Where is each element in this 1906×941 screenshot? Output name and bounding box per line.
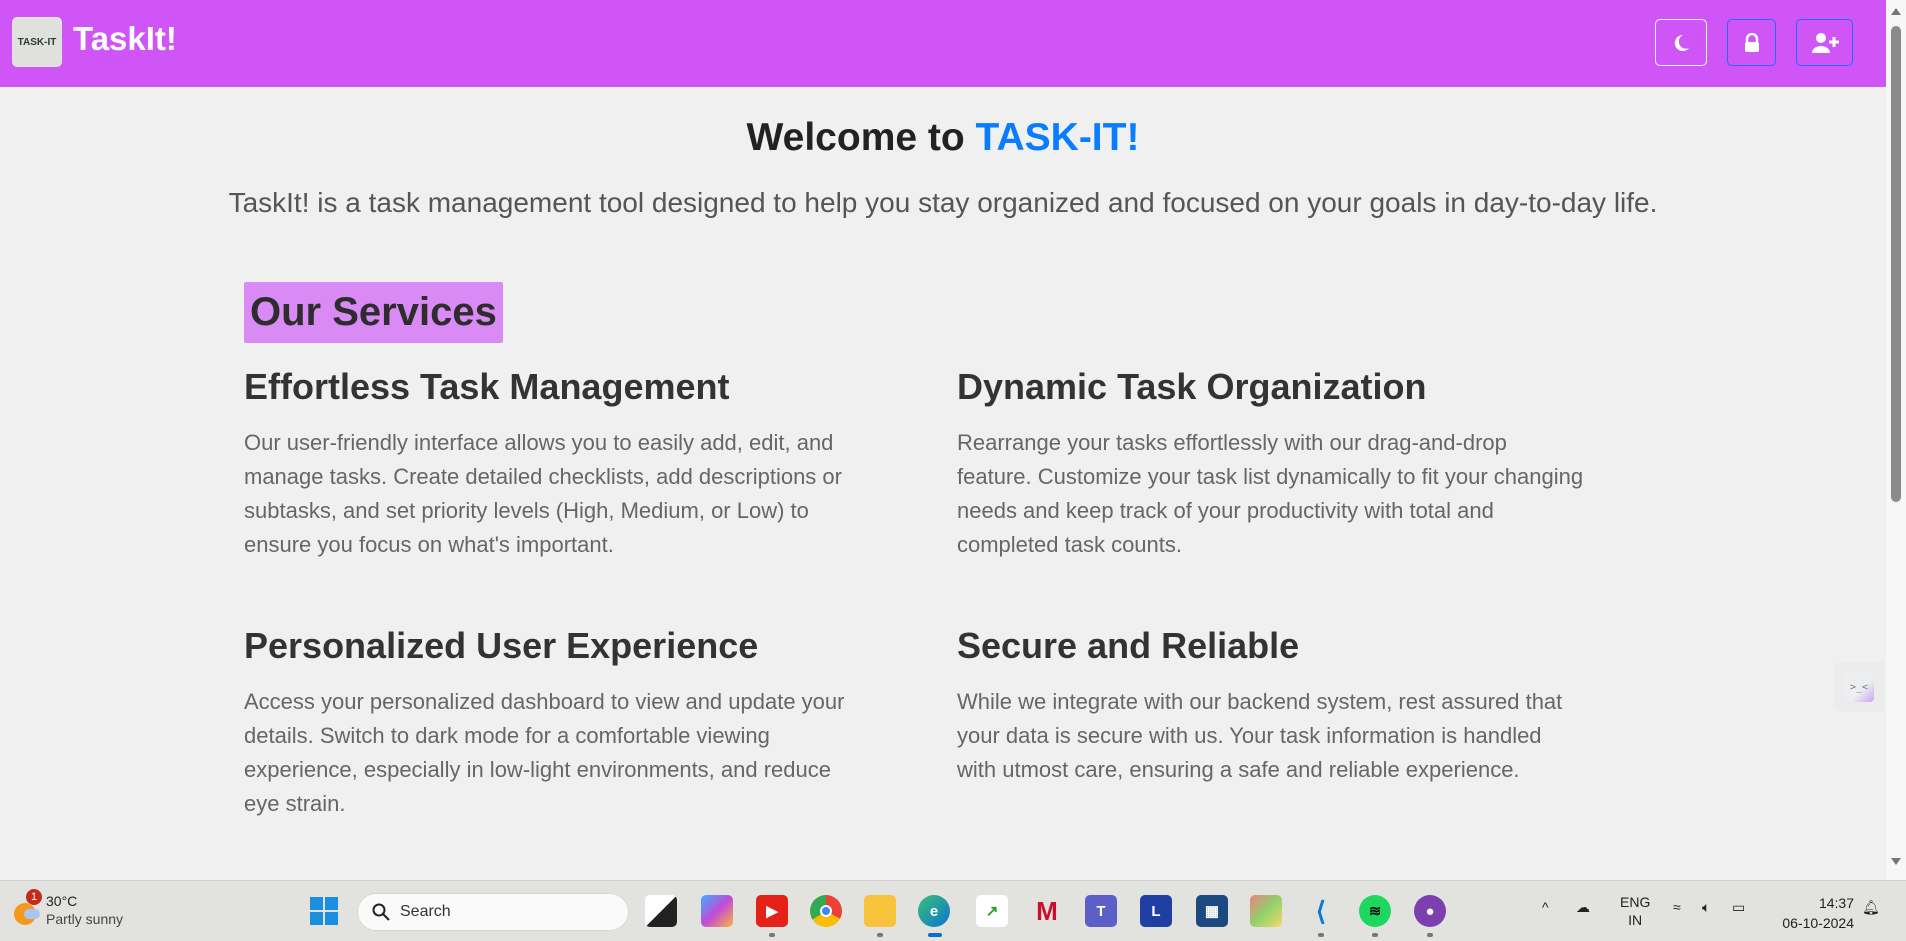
line: subtasks, and set priority levels (High,…: [244, 498, 809, 523]
chevron-up-icon[interactable]: ^: [1542, 899, 1549, 915]
lock-icon: [1744, 32, 1759, 52]
language-indicator[interactable]: ENG IN: [1620, 893, 1650, 929]
line: Our user-friendly interface allows you t…: [244, 430, 834, 455]
line: completed task counts.: [957, 532, 1183, 557]
service-card: Personalized User Experience Access your…: [244, 625, 924, 821]
git-app-icon[interactable]: [1250, 895, 1282, 927]
line: details. Switch to dark mode for a comfo…: [244, 723, 770, 748]
weather-desc: Partly sunny: [46, 911, 124, 927]
floating-widget-button[interactable]: >_<: [1834, 662, 1884, 712]
service-card: Effortless Task Management Our user-frie…: [244, 366, 924, 562]
service-card: Secure and Reliable While we integrate w…: [957, 625, 1637, 787]
spotify-icon[interactable]: ≋: [1359, 895, 1391, 927]
title-accent: TASK-IT!: [975, 116, 1140, 159]
welcome-heading: Welcome to TASK-IT!: [0, 116, 1886, 160]
volume-icon[interactable]: 🔈︎: [1702, 899, 1710, 916]
line: Rearrange your tasks effortlessly with o…: [957, 430, 1507, 455]
service-description: While we integrate with our backend syst…: [957, 685, 1637, 787]
weather-badge: 1: [26, 889, 42, 905]
brand-title[interactable]: TaskIt!: [73, 20, 177, 58]
line: with utmost care, ensuring a safe and re…: [957, 757, 1520, 782]
lang-top: ENG: [1620, 894, 1651, 910]
login-button[interactable]: [1727, 19, 1776, 66]
navbar: TASK-IT TaskIt!: [0, 0, 1886, 87]
windows-icon: [310, 897, 338, 925]
battery-icon[interactable]: ▭: [1732, 899, 1745, 916]
search-placeholder: Search: [400, 903, 451, 920]
line: manage tasks. Create detailed checklists…: [244, 464, 842, 489]
time: 14:37: [1818, 895, 1854, 911]
stocks-app-icon[interactable]: ↗: [976, 895, 1008, 927]
clock[interactable]: 14:37 06-10-2024: [1768, 893, 1854, 933]
scroll-down-icon[interactable]: [1891, 858, 1901, 865]
weather-icon: 1: [10, 889, 42, 925]
dark-mode-button[interactable]: [1655, 19, 1707, 66]
l-app-icon[interactable]: L: [1140, 895, 1172, 927]
copilot-icon[interactable]: [701, 895, 733, 927]
moon-icon: [1674, 34, 1689, 51]
lang-bottom: IN: [1628, 912, 1643, 928]
scrollbar-thumb[interactable]: [1891, 26, 1901, 502]
service-description: Our user-friendly interface allows you t…: [244, 426, 924, 562]
service-title: Effortless Task Management: [244, 366, 730, 407]
service-title: Dynamic Task Organization: [957, 366, 1427, 407]
onedrive-offline-icon[interactable]: ☁: [1576, 899, 1590, 916]
youtube-icon[interactable]: ▶: [756, 895, 788, 927]
service-title: Secure and Reliable: [957, 625, 1300, 666]
scrollbar[interactable]: [1886, 0, 1906, 880]
intro-text: TaskIt! is a task management tool design…: [228, 187, 1658, 218]
service-description: Rearrange your tasks effortlessly with o…: [957, 426, 1637, 562]
chrome-icon[interactable]: [810, 895, 842, 927]
line: your data is secure with us. Your task i…: [957, 723, 1542, 748]
signup-button[interactable]: [1796, 19, 1853, 66]
title-prefix: Welcome to: [746, 116, 976, 159]
taskbar-search[interactable]: Search: [357, 893, 629, 931]
line: While we integrate with our backend syst…: [957, 689, 1563, 714]
search-icon: [372, 903, 390, 921]
widget-face-icon: >_<: [1844, 672, 1874, 702]
date: 06-10-2024: [1782, 915, 1854, 931]
service-title: Personalized User Experience: [244, 625, 759, 666]
file-explorer-icon[interactable]: [864, 895, 896, 927]
edge-icon[interactable]: e: [918, 895, 950, 927]
github-desktop-icon[interactable]: ●: [1414, 895, 1446, 927]
line: ensure you focus on what's important.: [244, 532, 614, 557]
weather-temp: 30°C: [46, 893, 78, 909]
vscode-icon[interactable]: ⟨: [1305, 895, 1337, 927]
service-card: Dynamic Task Organization Rearrange your…: [957, 366, 1637, 562]
microsoft-store-icon[interactable]: ▦: [1196, 895, 1228, 927]
taskbar: 1 30°C Partly sunny Search ▶ e ↗ M T L ▦ …: [0, 880, 1906, 941]
scroll-up-icon[interactable]: [1891, 8, 1901, 15]
notification-bell-icon[interactable]: 🔔︎: [1862, 899, 1880, 916]
line: feature. Customize your task list dynami…: [957, 464, 1584, 489]
user-plus-icon: [1811, 32, 1839, 53]
services-heading: Our Services: [244, 282, 503, 343]
line: experience, especially in low-light envi…: [244, 757, 831, 782]
wifi-icon[interactable]: ≈: [1673, 899, 1681, 915]
task-view-icon[interactable]: [645, 895, 677, 927]
mcafee-icon[interactable]: M: [1031, 895, 1063, 927]
weather-widget[interactable]: 1 30°C Partly sunny: [10, 889, 124, 927]
line: Access your personalized dashboard to vi…: [244, 689, 845, 714]
teams-icon[interactable]: T: [1085, 895, 1117, 927]
line: needs and keep track of your productivit…: [957, 498, 1494, 523]
logo[interactable]: TASK-IT: [12, 17, 62, 67]
service-description: Access your personalized dashboard to vi…: [244, 685, 924, 821]
logo-text: TASK-IT: [17, 36, 57, 48]
line: eye strain.: [244, 791, 346, 816]
start-button[interactable]: [308, 895, 340, 927]
